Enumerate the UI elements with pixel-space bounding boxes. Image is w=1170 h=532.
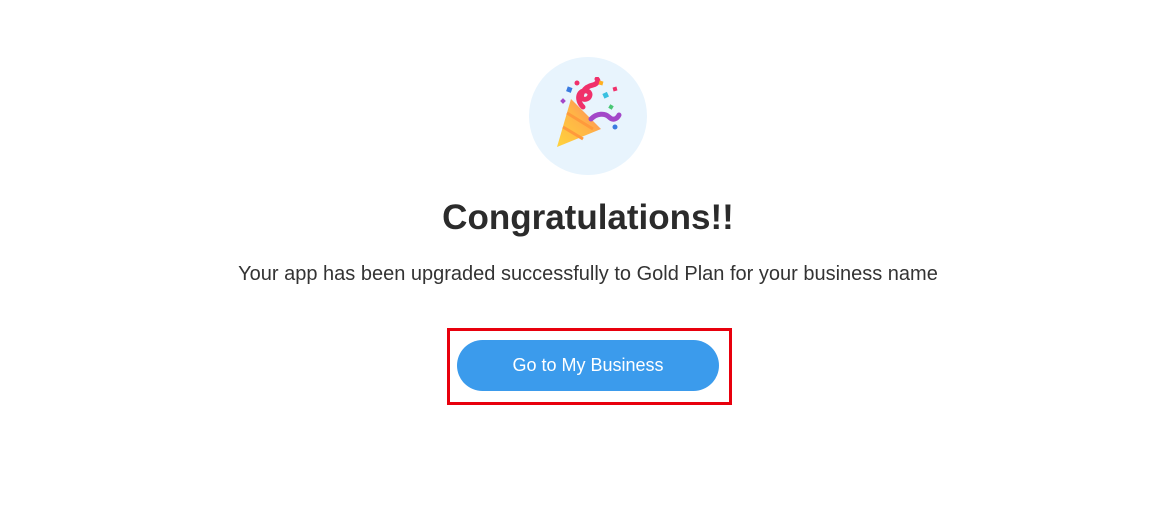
- party-popper-icon: [557, 77, 622, 147]
- go-to-my-business-button[interactable]: Go to My Business: [457, 340, 719, 391]
- page-title: Congratulations!!: [442, 198, 734, 237]
- success-message: Your app has been upgraded successfully …: [238, 263, 938, 285]
- party-popper-icon-circle: [529, 57, 647, 175]
